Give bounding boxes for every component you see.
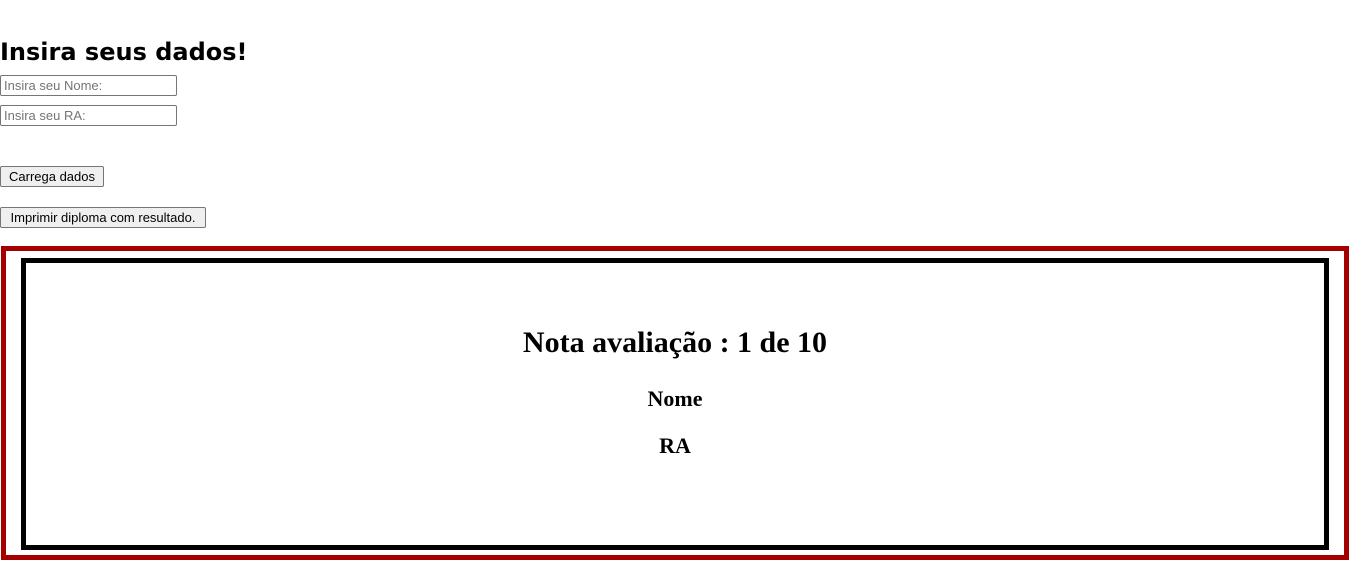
form-title: Insira seus dados! [0,38,248,66]
diploma-outer-frame: Nota avaliação : 1 de 10 Nome RA [1,246,1349,560]
diploma-ra-text: RA [659,433,691,458]
nota-avaliacao-text: Nota avaliação : 1 de 10 [522,326,828,359]
ra-input[interactable] [0,105,177,126]
diploma-inner-frame: Nota avaliação : 1 de 10 Nome RA [21,258,1329,550]
nome-input[interactable] [0,75,177,96]
diploma-nome-text: Nome [647,386,703,411]
imprimir-diploma-button[interactable]: Imprimir diploma com resultado. [0,207,206,228]
page: Insira seus dados! Carrega dados Imprimi… [0,0,1358,581]
carrega-dados-button[interactable]: Carrega dados [0,166,104,187]
